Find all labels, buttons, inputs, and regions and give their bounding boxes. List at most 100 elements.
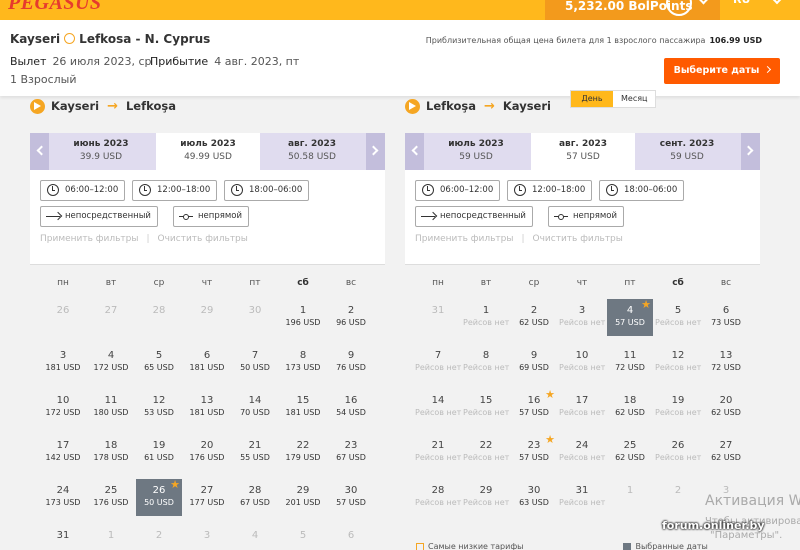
calendar-day[interactable]: 25 176 USD [88, 479, 134, 516]
calendar-day[interactable]: 25 62 USD [607, 434, 653, 471]
day-number: 20 [200, 440, 214, 451]
calendar-day[interactable]: 23 57 USD ★ [511, 434, 557, 471]
calendar-day[interactable]: 4 172 USD [88, 344, 134, 381]
calendar-day[interactable]: 18 178 USD [88, 434, 134, 471]
calendar-day[interactable]: 15 181 USD [280, 389, 326, 426]
day-number: 2 [155, 530, 163, 541]
calendar-day[interactable]: 9 76 USD [328, 344, 374, 381]
day-price: Рейсов нет [463, 408, 510, 417]
filter-morning[interactable]: 06:00–12:00 [415, 180, 501, 201]
calendar-day[interactable]: 19 61 USD [136, 434, 182, 471]
calendar-day: 28 Рейсов нет [415, 479, 461, 516]
calendar-day: 30 [232, 299, 278, 336]
activation-watermark: Активация W [705, 493, 800, 509]
departure-date: 26 июля 2023, ср [52, 55, 152, 68]
calendar-day[interactable]: 18 62 USD [607, 389, 653, 426]
calendar-day[interactable]: 3 181 USD [40, 344, 86, 381]
day-number: 20 [719, 395, 733, 406]
calendar-day[interactable]: 27 177 USD [184, 479, 230, 516]
calendar-day[interactable]: 1 196 USD [280, 299, 326, 336]
day-price: 142 USD [45, 453, 81, 462]
filter-indirect[interactable]: непрямой [548, 206, 624, 227]
day-number: 8 [482, 350, 490, 361]
separator: | [146, 234, 150, 244]
logo[interactable]: PEGASUS [8, 0, 102, 15]
day-price: 50 USD [144, 498, 174, 507]
weekday-label: пт [624, 278, 636, 288]
calendar-day[interactable]: 24 173 USD [40, 479, 86, 516]
filter-morning[interactable]: 06:00–12:00 [40, 180, 126, 201]
filter-afternoon[interactable]: 12:00–18:00 [507, 180, 593, 201]
month-tab[interactable]: авг. 2023 57 USD [531, 133, 635, 170]
month-tab[interactable]: июль 2023 49.99 USD [156, 133, 260, 170]
calendar-day[interactable]: 13 181 USD [184, 389, 230, 426]
calendar-day: 2 [136, 524, 182, 550]
calendar-day[interactable]: 10 172 USD [40, 389, 86, 426]
calendar-day[interactable]: 16 57 USD ★ [511, 389, 557, 426]
calendar-day[interactable]: 2 96 USD [328, 299, 374, 336]
calendar-day[interactable]: 23 67 USD [328, 434, 374, 471]
calendar-day[interactable]: 4 57 USD ★ [607, 299, 653, 336]
month-tab[interactable]: авг. 2023 50.58 USD [260, 133, 364, 170]
apply-filters-link[interactable]: Применить фильтры [40, 234, 138, 244]
calendar-day[interactable]: 11 180 USD [88, 389, 134, 426]
calendar-day[interactable]: 11 72 USD [607, 344, 653, 381]
select-dates-button[interactable]: Выберите даты [664, 58, 780, 84]
prev-month-button[interactable] [30, 133, 49, 170]
calendar-day: 7 Рейсов нет [415, 344, 461, 381]
month-tab[interactable]: июль 2023 59 USD [424, 133, 528, 170]
clear-filters-link[interactable]: Очистить фильтры [158, 234, 248, 244]
calendar-day[interactable]: 8 173 USD [280, 344, 326, 381]
calendar-day[interactable]: 6 181 USD [184, 344, 230, 381]
filter-afternoon[interactable]: 12:00–18:00 [132, 180, 218, 201]
calendar-day[interactable]: 9 69 USD [511, 344, 557, 381]
apply-filters-link[interactable]: Применить фильтры [415, 234, 513, 244]
calendar-day[interactable]: 30 57 USD [328, 479, 374, 516]
language-selector[interactable]: RU [733, 0, 750, 6]
calendar-day[interactable]: 7 50 USD [232, 344, 278, 381]
calendar-day[interactable]: 16 54 USD [328, 389, 374, 426]
calendar-day[interactable]: 20 176 USD [184, 434, 230, 471]
arrival: Прибытие 4 авг. 2023, пт [150, 55, 299, 68]
calendar-day[interactable]: 26 50 USD ★ [136, 479, 182, 516]
day-price: 72 USD [711, 363, 741, 372]
toggle-day[interactable]: День [571, 91, 613, 107]
calendar-day[interactable]: 20 62 USD [703, 389, 749, 426]
clock-icon [139, 184, 151, 196]
month-price: 59 USD [670, 152, 704, 162]
calendar-day[interactable]: 17 142 USD [40, 434, 86, 471]
month-tab[interactable]: июнь 2023 39.9 USD [49, 133, 153, 170]
calendar-day[interactable]: 27 62 USD [703, 434, 749, 471]
clock-icon [514, 184, 526, 196]
filter-direct[interactable]: непосредственный [40, 206, 158, 227]
calendar-day[interactable]: 28 67 USD [232, 479, 278, 516]
day-number: 14 [431, 395, 445, 406]
calendar-day[interactable]: 29 201 USD [280, 479, 326, 516]
day-number: 31 [431, 305, 445, 316]
calendar-day[interactable]: 22 179 USD [280, 434, 326, 471]
day-price: 180 USD [93, 408, 129, 417]
calendar-day[interactable]: 13 72 USD [703, 344, 749, 381]
toggle-month[interactable]: Месяц [613, 91, 655, 107]
clock-icon [47, 184, 59, 196]
calendar-day[interactable]: 12 53 USD [136, 389, 182, 426]
next-month-button[interactable] [366, 133, 385, 170]
prev-month-button[interactable] [405, 133, 424, 170]
clear-filters-link[interactable]: Очистить фильтры [533, 234, 623, 244]
month-tab[interactable]: сент. 2023 59 USD [635, 133, 739, 170]
bolpoints-menu[interactable]: 5,232.00 BolPoints [545, 0, 720, 20]
calendar-day[interactable]: 31 [40, 524, 86, 550]
filter-direct[interactable]: непосредственный [415, 206, 533, 227]
chevron-right-icon [764, 65, 772, 74]
calendar-day[interactable]: 21 55 USD [232, 434, 278, 471]
calendar-day[interactable]: 30 63 USD [511, 479, 557, 516]
calendar-day[interactable]: 14 70 USD [232, 389, 278, 426]
calendar-day[interactable]: 2 62 USD [511, 299, 557, 336]
calendar-day[interactable]: 6 73 USD [703, 299, 749, 336]
filter-night[interactable]: 18:00–06:00 [599, 180, 685, 201]
filter-night[interactable]: 18:00–06:00 [224, 180, 310, 201]
filter-indirect[interactable]: непрямой [173, 206, 249, 227]
next-month-button[interactable] [741, 133, 760, 170]
calendar-day[interactable]: 5 65 USD [136, 344, 182, 381]
star-icon: ★ [170, 478, 180, 491]
